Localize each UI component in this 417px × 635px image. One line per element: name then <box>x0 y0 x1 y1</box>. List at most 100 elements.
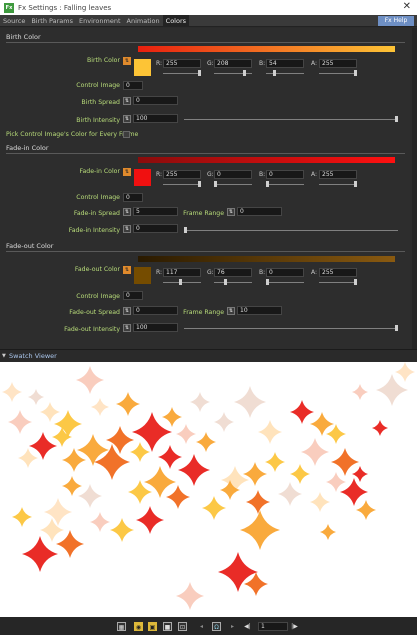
sparkle-particle <box>176 424 196 444</box>
fadeout-b-slider[interactable] <box>266 282 304 283</box>
section-divider <box>6 153 405 154</box>
fx-help-button[interactable]: Fx Help <box>378 16 414 26</box>
image-icon[interactable]: ■ <box>163 622 172 631</box>
lock-icon[interactable]: Ω <box>212 622 221 631</box>
param-link-icon[interactable]: ⇅ <box>227 208 235 216</box>
last-frame-icon[interactable]: |▶ <box>290 622 299 631</box>
fade-in-frame-range-field[interactable]: 0 <box>237 207 282 216</box>
sparkle-particle <box>352 384 368 400</box>
birth-b-field[interactable]: 54 <box>266 59 304 68</box>
fadeout-r-knob[interactable] <box>179 279 183 285</box>
checkerboard-icon[interactable]: ▦ <box>117 622 126 631</box>
sparkle-particle <box>243 462 267 486</box>
fade-in-intensity-knob[interactable] <box>184 227 187 233</box>
birth-r-slider[interactable] <box>163 73 201 74</box>
fadein-g-field[interactable]: 0 <box>214 170 252 179</box>
fadein-b-field[interactable]: 0 <box>266 170 304 179</box>
collapse-triangle-icon[interactable]: ▼ <box>2 353 6 359</box>
birth-r-field[interactable]: 255 <box>163 59 201 68</box>
sparkle-particle <box>116 392 140 416</box>
param-link-icon[interactable]: ⇅ <box>123 115 131 123</box>
fadeout-a-slider[interactable] <box>319 282 357 283</box>
camera-icon[interactable]: ◉ <box>134 622 143 631</box>
birth-intensity-slider[interactable] <box>184 119 398 120</box>
close-button[interactable]: ✕ <box>403 1 411 12</box>
swatch-preview-viewport[interactable] <box>0 362 417 617</box>
sparkle-particle <box>40 402 60 422</box>
birth-g-field[interactable]: 208 <box>214 59 252 68</box>
fade-out-color-swatch[interactable] <box>134 267 151 284</box>
birth-control-image-field[interactable]: 0 <box>123 81 143 90</box>
fade-out-intensity-slider[interactable] <box>184 328 398 329</box>
fadeout-r-field[interactable]: 117 <box>163 268 201 277</box>
param-link-icon[interactable]: ⇅ <box>123 97 131 105</box>
fadeout-b-field[interactable]: 0 <box>266 268 304 277</box>
zoom-fit-icon[interactable]: ⊡ <box>178 622 187 631</box>
param-link-icon[interactable]: ⇅ <box>123 225 131 233</box>
birth-intensity-knob[interactable] <box>395 116 398 122</box>
panel-scrollbar[interactable] <box>412 28 417 349</box>
param-link-icon[interactable]: ⇅ <box>123 266 131 274</box>
swatch-viewer-header[interactable]: ▼ Swatch Viewer <box>0 349 417 361</box>
param-link-icon[interactable]: ⇅ <box>123 57 131 65</box>
fade-in-intensity-field[interactable]: 0 <box>133 224 178 233</box>
fade-in-intensity-label: Fade-in Intensity <box>68 227 120 234</box>
param-link-icon[interactable]: ⇅ <box>123 168 131 176</box>
fadein-b-knob[interactable] <box>266 181 269 187</box>
birth-b-slider[interactable] <box>266 73 304 74</box>
tab-environment[interactable]: Environment <box>76 15 124 27</box>
birth-g-knob[interactable] <box>242 70 246 76</box>
birth-color-swatch[interactable] <box>134 59 151 76</box>
tab-birth-params[interactable]: Birth Params <box>28 15 76 27</box>
fadeout-g-knob[interactable] <box>224 279 228 285</box>
param-link-icon[interactable]: ⇅ <box>123 324 131 332</box>
fadein-r-slider[interactable] <box>163 184 201 185</box>
fadein-control-image-field[interactable]: 0 <box>123 193 143 202</box>
sparkle-particle <box>136 506 164 534</box>
tab-source[interactable]: Source <box>0 15 28 27</box>
frame-range-label: Frame Range <box>183 309 224 316</box>
fadeout-g-slider[interactable] <box>214 282 252 283</box>
sparkle-particle <box>395 362 415 382</box>
section-divider <box>6 42 405 43</box>
fade-in-intensity-slider[interactable] <box>184 230 398 231</box>
sparkle-particle <box>166 485 190 509</box>
birth-r-knob[interactable] <box>198 70 201 76</box>
prev-keyframe-icon[interactable]: ◂ <box>197 622 206 631</box>
param-link-icon[interactable]: ⇅ <box>227 307 235 315</box>
fadein-a-knob[interactable] <box>354 181 357 187</box>
birth-a-slider[interactable] <box>319 73 357 74</box>
sparkle-particle <box>240 510 280 550</box>
fade-out-frame-range-field[interactable]: 10 <box>237 306 282 315</box>
birth-b-knob[interactable] <box>273 70 277 76</box>
fade-in-color-swatch[interactable] <box>134 169 151 186</box>
fadein-a-slider[interactable] <box>319 184 357 185</box>
preview-icon[interactable]: ▣ <box>148 622 157 631</box>
fadeout-a-field[interactable]: 255 <box>319 268 357 277</box>
tab-colors[interactable]: Colors <box>162 14 190 27</box>
fadeout-g-field[interactable]: 76 <box>214 268 252 277</box>
sparkle-particle <box>202 496 226 520</box>
fade-out-intensity-knob[interactable] <box>395 325 398 331</box>
fadeout-control-image-field[interactable]: 0 <box>123 291 143 300</box>
a-channel-label: A: <box>311 60 318 67</box>
pick-color-every-frame-checkbox[interactable] <box>123 131 130 138</box>
first-frame-icon[interactable]: ◀| <box>243 622 252 631</box>
frame-number-field[interactable]: 1 <box>258 622 288 631</box>
birth-a-field[interactable]: 255 <box>319 59 357 68</box>
birth-spread-field[interactable]: 0 <box>133 96 178 105</box>
fade-out-intensity-field[interactable]: 100 <box>133 323 178 332</box>
fadein-a-field[interactable]: 255 <box>319 170 357 179</box>
fadein-b-slider[interactable] <box>266 184 304 185</box>
fadein-r-field[interactable]: 255 <box>163 170 201 179</box>
fadein-r-knob[interactable] <box>198 181 201 187</box>
fadeout-a-knob[interactable] <box>354 279 357 285</box>
birth-intensity-field[interactable]: 100 <box>133 114 178 123</box>
fadein-g-slider[interactable] <box>214 184 252 185</box>
birth-g-slider[interactable] <box>214 73 252 74</box>
fadeout-b-knob[interactable] <box>266 279 269 285</box>
fadein-g-knob[interactable] <box>214 181 217 187</box>
birth-a-knob[interactable] <box>354 70 357 76</box>
tab-animation[interactable]: Animation <box>124 15 163 27</box>
next-keyframe-icon[interactable]: ▸ <box>228 622 237 631</box>
